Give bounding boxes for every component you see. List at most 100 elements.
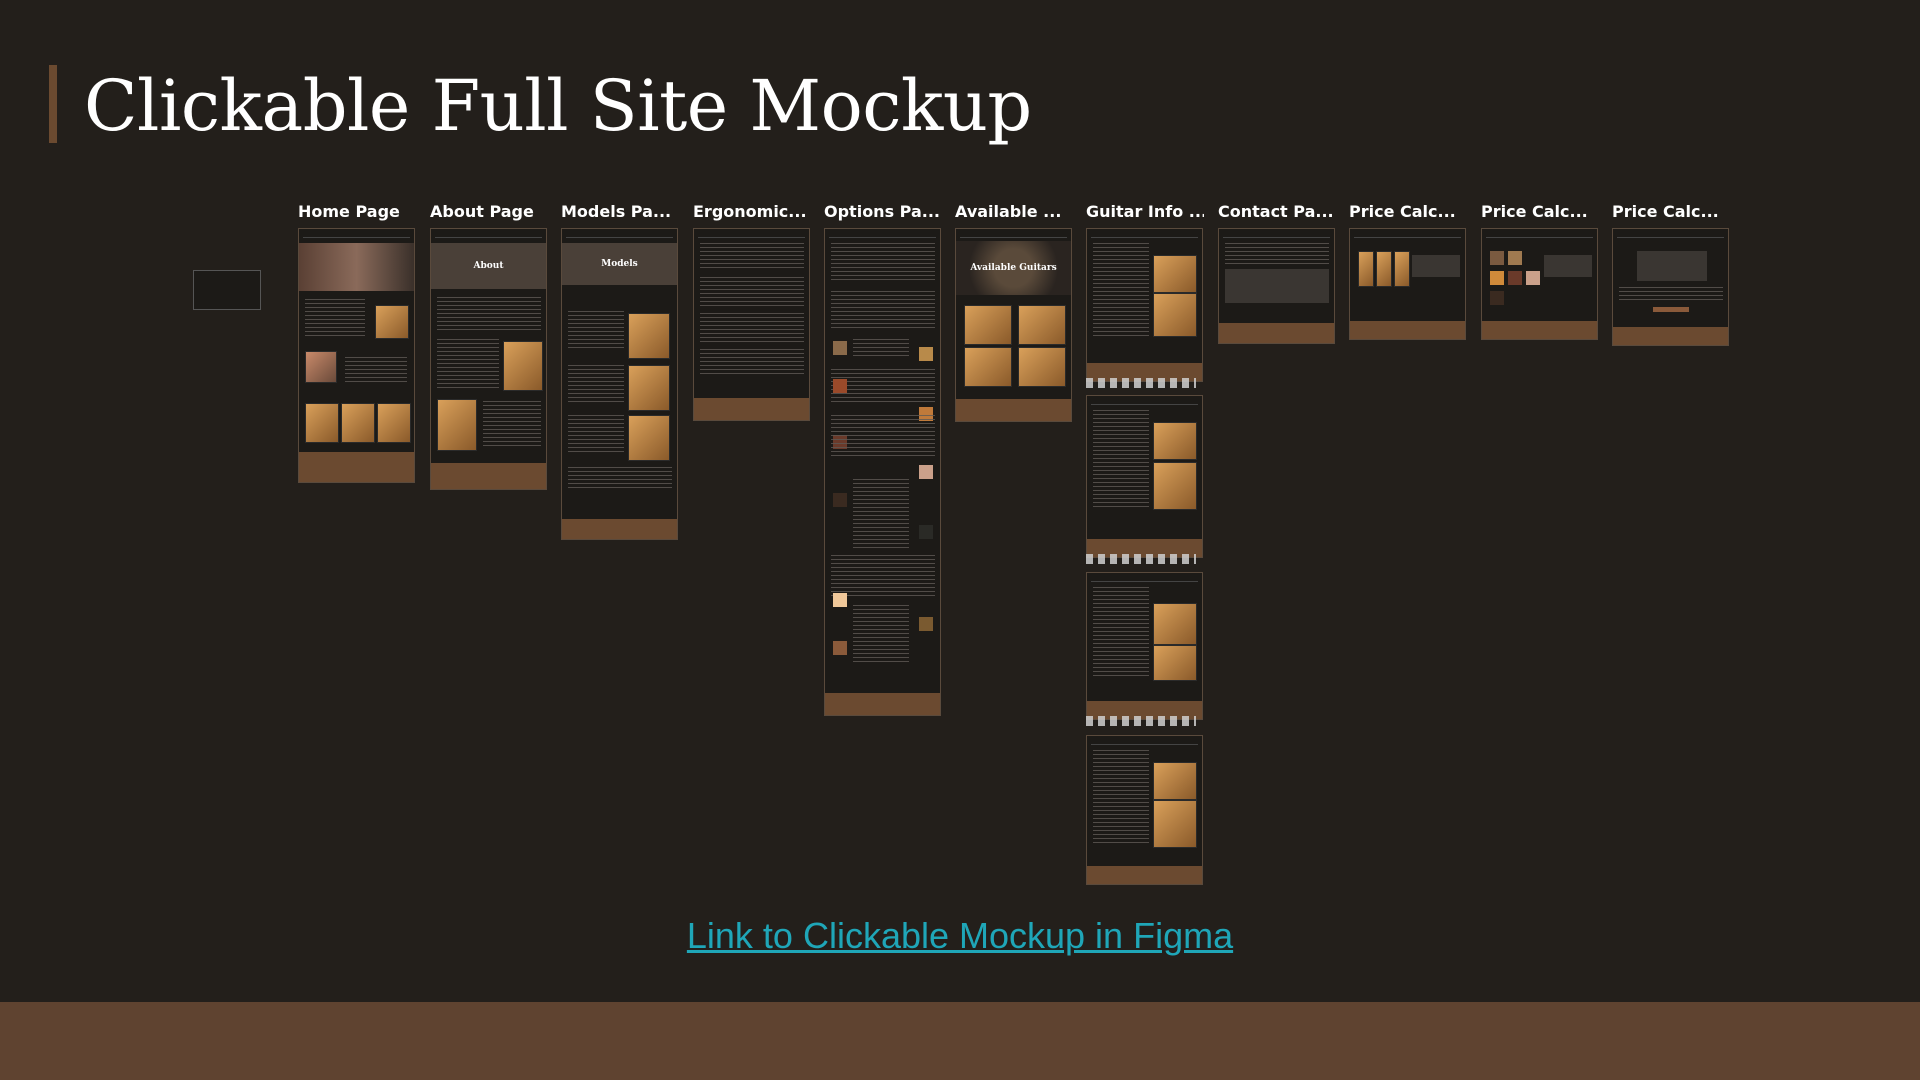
title-accent-bar [49, 65, 57, 143]
wood-swatch [919, 617, 933, 631]
guitar-image [628, 415, 670, 461]
guitar-image [1153, 800, 1197, 848]
wood-swatch [833, 379, 847, 393]
figma-mockup-link[interactable]: Link to Clickable Mockup in Figma [0, 915, 1920, 957]
frame-nav [698, 233, 805, 238]
guitar-image [305, 403, 339, 443]
wood-swatch [1490, 291, 1504, 305]
frame-guitar-info-4[interactable] [1086, 735, 1203, 885]
slide-title: Clickable Full Site Mockup [84, 65, 1032, 147]
frame-models-page[interactable]: Models [561, 228, 678, 540]
frame-footer [694, 398, 809, 420]
available-hero-title: Available Guitars [970, 263, 1057, 273]
frame-nav [303, 233, 410, 238]
guitar-image [437, 399, 477, 451]
guitar-image [375, 305, 409, 339]
frame-text [1619, 287, 1723, 303]
frame-label-models: Models Pa... [561, 202, 672, 221]
footer-band [0, 1002, 1920, 1080]
frame-footer [431, 463, 546, 489]
guitar-image [964, 305, 1012, 345]
frame-text [568, 467, 672, 491]
frame-guitar-info-3[interactable] [1086, 572, 1203, 720]
guitar-image [1153, 762, 1197, 800]
frame-label-about: About Page [430, 202, 534, 221]
frame-text [831, 291, 935, 331]
frame-nav [1091, 740, 1198, 745]
frame-options-page[interactable] [824, 228, 941, 716]
frame-label-ergonomics: Ergonomic... [693, 202, 807, 221]
carousel-dots [1086, 378, 1196, 388]
guitar-image [628, 365, 670, 411]
frame-text [1093, 410, 1149, 510]
frame-ergonomics-page[interactable] [693, 228, 810, 421]
guitar-image [1358, 251, 1374, 287]
wood-swatch [833, 593, 847, 607]
frame-nav [960, 233, 1067, 238]
frame-label-price-2: Price Calc... [1481, 202, 1588, 221]
wood-swatch [919, 525, 933, 539]
frame-text [1093, 587, 1149, 677]
frame-label-options: Options Pa... [824, 202, 940, 221]
frame-label-guitar-info: Guitar Info ... [1086, 202, 1204, 221]
frame-text [700, 243, 804, 271]
frame-label-contact: Contact Pa... [1218, 202, 1334, 221]
frame-text [568, 415, 624, 455]
frame-footer [562, 519, 677, 539]
frame-contact-page[interactable] [1218, 228, 1335, 344]
guitar-image [964, 347, 1012, 387]
guitar-image [1018, 305, 1066, 345]
frame-price-calc-3[interactable] [1612, 228, 1729, 346]
overview-thumbnail[interactable] [193, 270, 261, 310]
wood-swatch [1508, 251, 1522, 265]
guitar-image [341, 403, 375, 443]
frame-text [568, 311, 624, 351]
frame-price-calc-1[interactable] [1349, 228, 1466, 340]
frame-text [831, 243, 935, 283]
frame-text [700, 277, 804, 307]
frame-label-home: Home Page [298, 202, 400, 221]
carousel-dots [1086, 716, 1196, 726]
frame-home-page[interactable] [298, 228, 415, 483]
price-panel [1412, 255, 1460, 277]
frame-text [1093, 750, 1149, 846]
price-panel [1544, 255, 1592, 277]
wood-swatch [833, 341, 847, 355]
frame-guitar-info-1[interactable] [1086, 228, 1203, 382]
portrait-image [305, 351, 337, 383]
guitar-image [1018, 347, 1066, 387]
guitar-image [1153, 603, 1197, 645]
wood-swatch [919, 465, 933, 479]
about-hero-title: About [473, 261, 504, 271]
frame-text [437, 297, 541, 333]
frame-nav [1617, 233, 1724, 238]
frame-button [1653, 307, 1689, 312]
frame-footer [825, 693, 940, 715]
frame-footer [1482, 321, 1597, 339]
thumbnail-image [194, 271, 212, 295]
frame-about-page[interactable]: About [430, 228, 547, 490]
guitar-image [377, 403, 411, 443]
guitar-image [503, 341, 543, 391]
frame-label-price-3: Price Calc... [1612, 202, 1719, 221]
frame-nav [1354, 233, 1461, 238]
carousel-dots [1086, 554, 1196, 564]
frame-footer [299, 452, 414, 482]
guitar-image [1376, 251, 1392, 287]
frame-nav [1091, 577, 1198, 582]
frame-text [853, 339, 909, 359]
frame-text [568, 365, 624, 405]
wood-swatch [1490, 271, 1504, 285]
frame-footer [1219, 323, 1334, 343]
frame-nav [566, 233, 673, 238]
frame-text [1093, 243, 1149, 339]
wood-swatch [1508, 271, 1522, 285]
frame-footer [1350, 321, 1465, 339]
wood-swatch [833, 641, 847, 655]
frame-nav [1223, 233, 1330, 238]
frame-guitar-info-2[interactable] [1086, 395, 1203, 558]
frame-price-calc-2[interactable] [1481, 228, 1598, 340]
frame-available-page[interactable]: Available Guitars [955, 228, 1072, 422]
frame-hero [299, 243, 414, 291]
guitar-image [1394, 251, 1410, 287]
